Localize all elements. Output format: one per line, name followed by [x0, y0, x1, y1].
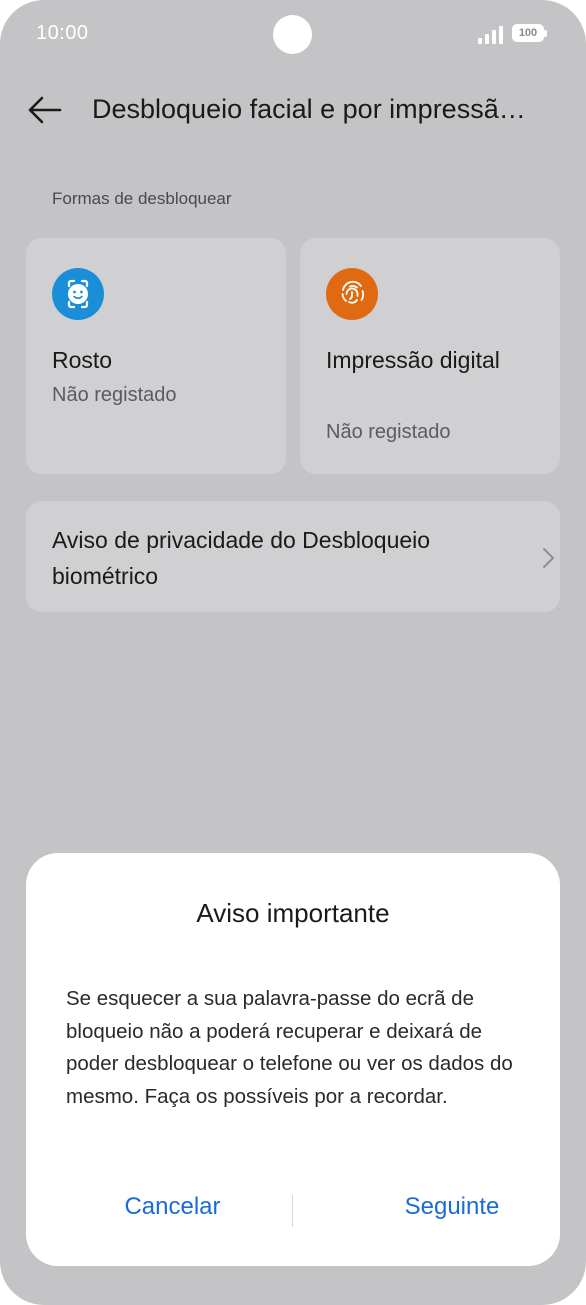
chevron-right-icon [543, 548, 554, 568]
front-camera [273, 15, 312, 54]
status-bar: 10:00 100 [0, 0, 586, 68]
dialog-message: Se esquecer a sua palavra-passe do ecrã … [66, 987, 513, 1108]
fingerprint-card-status: Não registado [326, 421, 451, 443]
face-icon [52, 268, 104, 320]
important-notice-dialog: Aviso importante Se esquecer a sua palav… [26, 853, 560, 1266]
status-time: 10:00 [36, 22, 89, 44]
cancel-button[interactable]: Cancelar [26, 1193, 319, 1221]
back-arrow-icon [28, 96, 62, 124]
battery-icon: 100 [512, 24, 547, 42]
phone-screen: 10:00 100 Desbloqueio facial e por impre… [0, 0, 586, 1305]
privacy-notice-item[interactable]: Aviso de privacidade do Desbloqueio biom… [26, 501, 560, 612]
face-card-title: Rosto [52, 347, 113, 373]
fingerprint-unlock-card[interactable]: Impressão digital Não registado [300, 238, 560, 474]
dialog-title: Aviso importante [196, 898, 390, 928]
next-button[interactable]: Seguinte [319, 1193, 585, 1221]
section-label: Formas de desbloquear [52, 189, 232, 208]
signal-icon [478, 24, 506, 44]
fingerprint-card-title: Impressão digital [326, 347, 500, 373]
button-divider [292, 1195, 293, 1227]
fingerprint-icon [326, 268, 378, 320]
face-unlock-card[interactable]: Rosto Não registado [26, 238, 286, 474]
back-button[interactable] [24, 88, 68, 132]
privacy-notice-label: Aviso de privacidade do Desbloqueio biom… [52, 527, 431, 589]
face-card-status: Não registado [52, 384, 177, 406]
page-title: Desbloqueio facial e por impressã… [92, 94, 526, 124]
